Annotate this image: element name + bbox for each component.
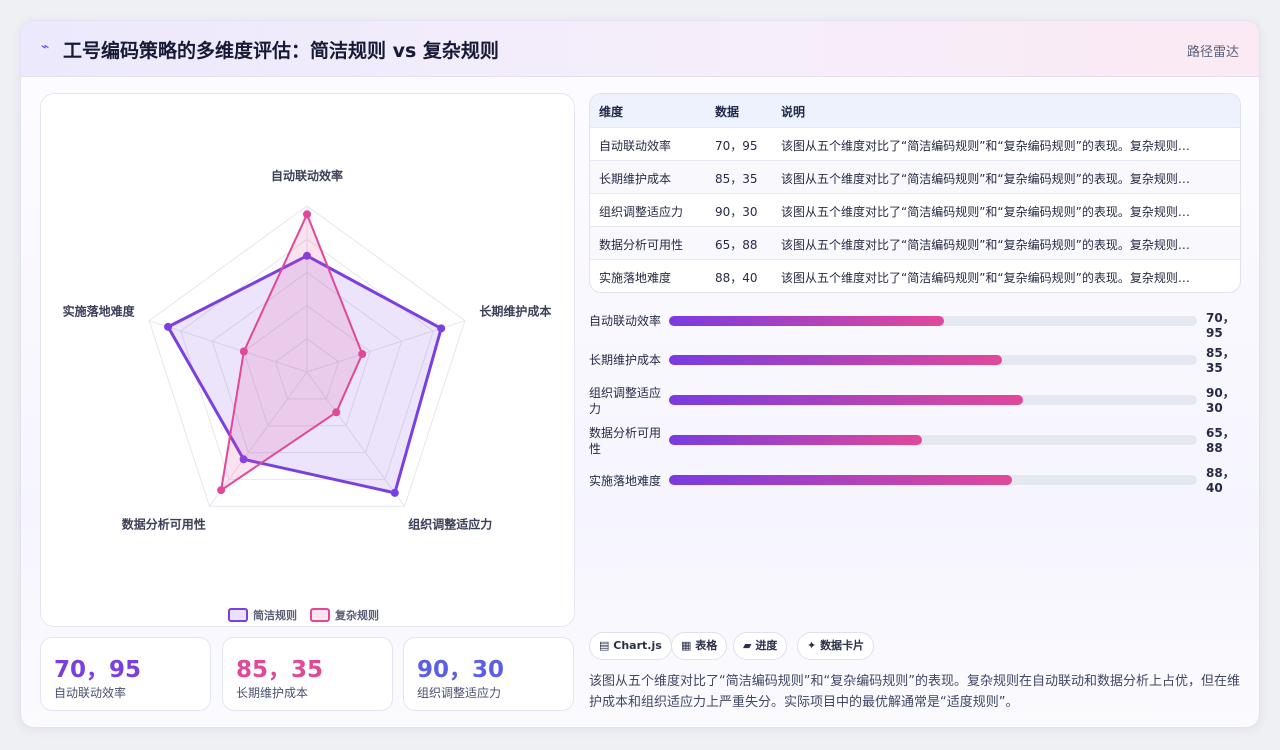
progress-track [669, 316, 1197, 326]
cell-note: 该图从五个维度对比了“简洁编码规则”和“复杂编码规则”的表现。复杂规则在自动联动… [781, 139, 1201, 153]
radar-axis-label: 实施落地难度 [63, 303, 136, 318]
radar-point [164, 322, 173, 331]
table-row: 自动联动效率 70，95 该图从五个维度对比了“简洁编码规则”和“复杂编码规则”… [590, 127, 1240, 160]
progress-fill [669, 355, 1002, 365]
table-icon: ▦ [681, 639, 692, 652]
table-row: 实施落地难度 88，40 该图从五个维度对比了“简洁编码规则”和“复杂编码规则”… [590, 259, 1240, 292]
chip-cards[interactable]: ✦ 数据卡片 [797, 632, 875, 660]
sparkle-icon: ✦ [807, 639, 817, 652]
progress-track [669, 395, 1197, 405]
progress-value: 70，95 [1206, 311, 1235, 340]
cell-dimension: 数据分析可用性 [599, 238, 684, 252]
progress-row: 数据分析可用性 65，88 [589, 425, 1249, 459]
table-row: 数据分析可用性 65，88 该图从五个维度对比了“简洁编码规则”和“复杂编码规则… [590, 226, 1240, 259]
radar-point [239, 347, 248, 356]
chip-progress[interactable]: ▰ 进度 [733, 632, 788, 660]
progress-row: 自动联动效率 70，95 [589, 311, 1249, 347]
progress-fill [669, 316, 944, 326]
progress-row: 组织调整适应力 90，30 [589, 385, 1249, 419]
column-header: 维度 [599, 105, 624, 119]
cell-data: 70，95 [715, 139, 758, 153]
progress-label: 长期维护成本 [589, 353, 662, 367]
progress-fill [669, 435, 923, 445]
chart-icon: ▤ [599, 639, 610, 652]
chip-label: Chart.js [613, 639, 662, 652]
kpi-card: 85，35 长期维护成本 [222, 637, 393, 711]
radar-point [358, 350, 367, 359]
table-row: 组织调整适应力 90，30 该图从五个维度对比了“简洁编码规则”和“复杂编码规则… [590, 193, 1240, 226]
legend-label: 简洁规则 [253, 608, 297, 622]
radar-point [390, 488, 399, 497]
chip-chartjs[interactable]: ▤ Chart.js [589, 632, 672, 660]
cell-dimension: 组织调整适应力 [599, 205, 684, 219]
cell-data: 90，30 [715, 205, 758, 219]
chart-description: 该图从五个维度对比了“简洁编码规则”和“复杂编码规则”的表现。复杂规则在自动联动… [589, 674, 1240, 710]
column-header: 说明 [781, 105, 806, 119]
progress-fill [669, 475, 1013, 485]
kpi-label: 长期维护成本 [236, 686, 309, 700]
progress-row: 长期维护成本 85，35 [589, 346, 1249, 380]
kpi-card: 90，30 组织调整适应力 [403, 637, 574, 711]
progress-value: 88，40 [1206, 466, 1235, 495]
chip-label: 表格 [695, 639, 718, 652]
kpi-card: 70，95 自动联动效率 [40, 637, 211, 711]
cell-dimension: 自动联动效率 [599, 139, 672, 153]
table-header-row: 维度 数据 说明 [590, 94, 1240, 127]
progress-track [669, 475, 1197, 485]
page-title: 工号编码策略的多维度评估：简洁规则 vs 复杂规则 [63, 40, 499, 62]
chip-label: 数据卡片 [820, 639, 865, 652]
cell-note: 该图从五个维度对比了“简洁编码规则”和“复杂编码规则”的表现。复杂规则在自动联动… [781, 271, 1201, 285]
progress-track [669, 435, 1197, 445]
cell-dimension: 实施落地难度 [599, 271, 672, 285]
data-table: 维度 数据 说明 自动联动效率 70，95 该图从五个维度对比了“简洁编码规则”… [589, 93, 1241, 293]
cell-note: 该图从五个维度对比了“简洁编码规则”和“复杂编码规则”的表现。复杂规则在自动联动… [781, 238, 1201, 252]
header-bar: ⌁ 工号编码策略的多维度评估：简洁规则 vs 复杂规则 路径雷达 [21, 21, 1259, 77]
kpi-value: 70，95 [54, 657, 142, 683]
cell-data: 65，88 [715, 238, 758, 252]
radar-axis-label: 自动联动效率 [271, 168, 343, 183]
progress-value: 90，30 [1206, 386, 1235, 415]
cell-dimension: 长期维护成本 [599, 172, 672, 186]
cell-data: 85，35 [715, 172, 758, 186]
cell-data: 88，40 [715, 271, 758, 285]
progress-label: 数据分析可用性 [589, 426, 662, 456]
progress-track [669, 355, 1197, 365]
radar-point [217, 486, 226, 495]
radar-chart: 自动联动效率长期维护成本组织调整适应力 数据分析可用性 实施落地难度简洁规则 复杂规则 [63, 168, 551, 622]
cell-note: 该图从五个维度对比了“简洁编码规则”和“复杂编码规则”的表现。复杂规则在自动联动… [781, 205, 1201, 219]
radar-point [303, 210, 311, 219]
progress-label: 实施落地难度 [589, 474, 662, 488]
kpi-label: 自动联动效率 [54, 686, 127, 700]
cell-note: 该图从五个维度对比了“简洁编码规则”和“复杂编码规则”的表现。复杂规则在自动联动… [781, 172, 1201, 186]
radar-chart-panel: 自动联动效率长期维护成本组织调整适应力 数据分析可用性 实施落地难度简洁规则 复杂规则 [40, 93, 575, 627]
column-header: 数据 [715, 105, 740, 119]
progress-value: 85，35 [1206, 346, 1235, 375]
legend-swatch [310, 608, 330, 622]
kpi-value: 85，35 [236, 657, 324, 683]
progress-label: 自动联动效率 [589, 314, 662, 328]
radar-axis-label: 长期维护成本 [479, 303, 551, 318]
progress-icon: ▰ [743, 639, 752, 652]
kpi-label: 组织调整适应力 [417, 686, 502, 700]
kpi-value: 90，30 [417, 657, 505, 683]
radar-link[interactable]: 路径雷达 [1187, 41, 1239, 60]
legend-label: 复杂规则 [334, 608, 379, 622]
radar-point [332, 408, 341, 417]
radar-axis-label: 数据分析可用性 [122, 517, 206, 532]
dashboard-card: ⌁ 工号编码策略的多维度评估：简洁规则 vs 复杂规则 路径雷达 自动联动效率长… [20, 20, 1260, 728]
radar-axis-label: 组织调整适应力 [408, 517, 492, 532]
chip-label: 进度 [755, 639, 778, 652]
progress-row: 实施落地难度 88，40 [589, 465, 1249, 499]
legend-swatch [228, 608, 248, 622]
spark-icon: ⌁ [41, 39, 50, 55]
radar-point [437, 324, 446, 333]
progress-fill [669, 395, 1023, 405]
table-row: 长期维护成本 85，35 该图从五个维度对比了“简洁编码规则”和“复杂编码规则”… [590, 160, 1240, 193]
progress-label: 组织调整适应力 [589, 386, 662, 416]
chip-table[interactable]: ▦ 表格 [671, 632, 728, 660]
progress-value: 65，88 [1206, 426, 1235, 455]
